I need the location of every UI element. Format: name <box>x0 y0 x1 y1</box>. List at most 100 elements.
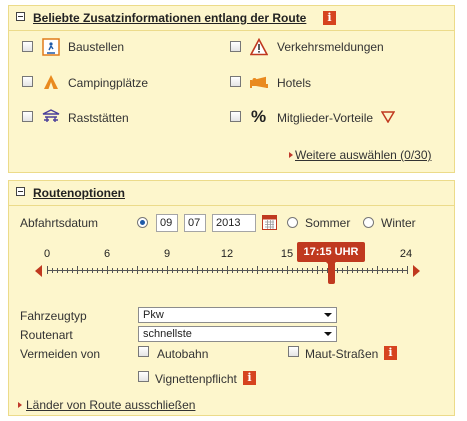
slider-tick <box>157 268 158 273</box>
exclude-countries-link[interactable]: Länder von Route ausschließen <box>26 398 195 412</box>
chevron-down-icon <box>324 313 332 317</box>
slider-tick <box>277 268 278 273</box>
slider-tick <box>152 268 153 273</box>
radio-date[interactable] <box>137 217 148 228</box>
route-info-title[interactable]: Beliebte Zusatzinformationen entlang der… <box>33 11 306 25</box>
label-verkehrsmeldungen: Verkehrsmeldungen <box>277 40 384 54</box>
slider-tick <box>287 266 288 274</box>
warning-icon <box>250 38 268 56</box>
route-type-value: schnellste <box>143 328 192 340</box>
slider-tick <box>102 268 103 273</box>
checkbox-vignette[interactable] <box>138 371 149 382</box>
slider-tick <box>52 268 53 273</box>
slider-tick <box>317 266 318 274</box>
slider-tick <box>387 268 388 273</box>
info-icon[interactable]: i <box>323 11 336 25</box>
slider-tick <box>172 268 173 273</box>
slider-tick <box>82 268 83 273</box>
slider-tick <box>167 266 168 274</box>
checkbox-mitglieder-vorteile[interactable] <box>230 111 241 122</box>
slider-tick <box>187 268 188 273</box>
slider-tick <box>262 268 263 273</box>
day-input[interactable]: 09 <box>156 214 178 232</box>
slider-tick <box>182 268 183 273</box>
slider-tick <box>197 266 198 274</box>
route-type-select[interactable]: schnellste <box>138 326 337 342</box>
more-arrow-icon <box>289 152 293 158</box>
winter-label: Winter <box>381 216 416 230</box>
slider-right-arrow-icon[interactable] <box>413 265 420 277</box>
checkbox-autobahn[interactable] <box>138 346 149 357</box>
slider-tick <box>137 266 138 274</box>
slider-tick <box>367 268 368 273</box>
slider-tick <box>92 268 93 273</box>
vehicle-label: Fahrzeugtyp <box>20 309 87 323</box>
slider-tick <box>292 268 293 273</box>
checkbox-raststaetten[interactable] <box>22 111 33 122</box>
radio-summer[interactable] <box>287 217 298 228</box>
year-input[interactable]: 2013 <box>212 214 256 232</box>
slider-tick <box>117 268 118 273</box>
slider-tick <box>312 268 313 273</box>
slider-tick <box>257 266 258 274</box>
tent-icon <box>44 75 58 89</box>
slider-tick <box>402 268 403 273</box>
slider-tick <box>297 268 298 273</box>
vehicle-select[interactable]: Pkw <box>138 307 337 323</box>
slider-tick <box>407 266 408 274</box>
slider-tick <box>147 268 148 273</box>
slider-tick <box>142 268 143 273</box>
checkbox-baustellen[interactable] <box>22 41 33 52</box>
filter-icon[interactable] <box>381 111 395 123</box>
collapse-icon[interactable] <box>16 12 25 21</box>
info-icon[interactable]: i <box>243 371 256 385</box>
route-options-title[interactable]: Routenoptionen <box>33 186 125 200</box>
tick-label-24: 24 <box>399 248 413 260</box>
label-mitglieder-vorteile: Mitglieder-Vorteile <box>277 111 374 125</box>
construction-icon <box>42 38 60 56</box>
slider-tick <box>162 268 163 273</box>
month-input[interactable]: 07 <box>184 214 206 232</box>
route-options-header: Routenoptionen <box>9 181 454 206</box>
slider-tick <box>57 268 58 273</box>
checkbox-campingplaetze[interactable] <box>22 76 33 87</box>
checkbox-verkehrsmeldungen[interactable] <box>230 41 241 52</box>
slider-tick <box>307 268 308 273</box>
tick-label-9: 9 <box>163 248 171 260</box>
more-link[interactable]: Weitere auswählen (0/30) <box>295 148 432 162</box>
tick-label-0: 0 <box>43 248 51 260</box>
tick-label-15: 15 <box>280 248 294 260</box>
label-campingplaetze: Campingplätze <box>68 76 149 90</box>
slider-tick <box>252 268 253 273</box>
info-icon[interactable]: i <box>384 346 397 360</box>
slider-tick <box>302 268 303 273</box>
tick-label-6: 6 <box>103 248 111 260</box>
vehicle-value: Pkw <box>143 309 164 321</box>
slider-tick <box>107 266 108 274</box>
slider-tick <box>122 268 123 273</box>
slider-tick <box>337 268 338 273</box>
checkbox-toll[interactable] <box>288 346 299 357</box>
slider-tick <box>357 268 358 273</box>
slider-tick <box>342 268 343 273</box>
route-info-header: Beliebte Zusatzinformationen entlang der… <box>9 6 454 31</box>
collapse-icon[interactable] <box>16 187 25 196</box>
slider-tick <box>362 268 363 273</box>
time-bubble: 17:15 UHR <box>297 242 365 267</box>
slider-tick <box>272 268 273 273</box>
time-slider-handle[interactable] <box>328 262 335 284</box>
slider-tick <box>112 268 113 273</box>
calendar-icon[interactable] <box>262 214 277 230</box>
percent-icon: % <box>251 107 267 126</box>
slider-tick <box>62 268 63 273</box>
slider-tick <box>72 268 73 273</box>
avoid-label: Vermeiden von <box>20 347 101 361</box>
slider-tick <box>67 268 68 273</box>
slider-tick <box>212 268 213 273</box>
slider-left-arrow-icon[interactable] <box>35 265 42 277</box>
radio-winter[interactable] <box>363 217 374 228</box>
slider-tick <box>322 268 323 273</box>
slider-tick <box>207 268 208 273</box>
checkbox-hotels[interactable] <box>230 76 241 87</box>
label-vignette: Vignettenpflicht <box>155 372 237 386</box>
